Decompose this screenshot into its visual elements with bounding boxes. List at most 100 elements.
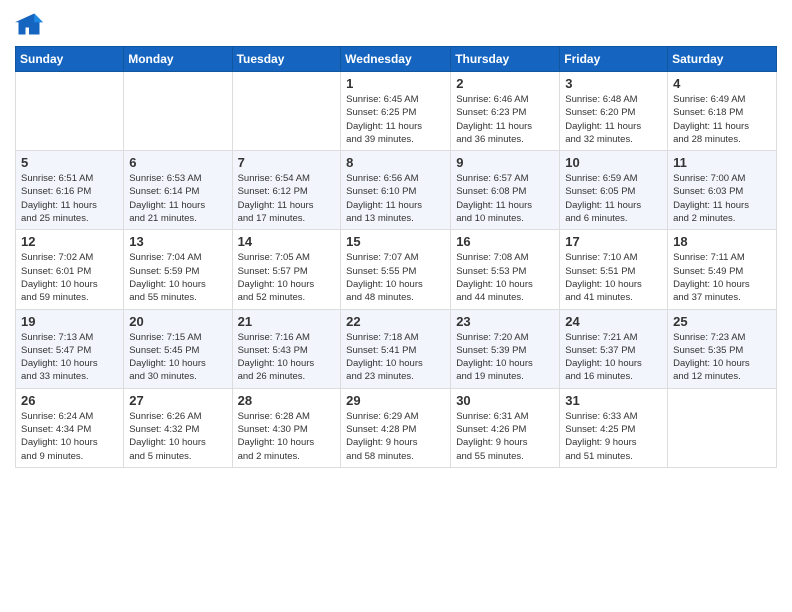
day-number: 7 [238,155,336,170]
calendar-cell: 23 Sunrise: 7:20 AM Sunset: 5:39 PM Dayli… [451,309,560,388]
day-info: Sunrise: 6:53 AM Sunset: 6:14 PM Dayligh… [129,172,226,225]
day-info: Sunrise: 7:05 AM Sunset: 5:57 PM Dayligh… [238,251,336,304]
day-info: Sunrise: 6:59 AM Sunset: 6:05 PM Dayligh… [565,172,662,225]
day-number: 8 [346,155,445,170]
day-number: 18 [673,234,771,249]
day-info: Sunrise: 7:20 AM Sunset: 5:39 PM Dayligh… [456,331,554,384]
calendar-cell: 19 Sunrise: 7:13 AM Sunset: 5:47 PM Dayli… [16,309,124,388]
calendar-week-3: 12Sunrise: 7:02 AM Sunset: 6:01 PM Dayli… [16,230,777,309]
calendar-cell: 27 Sunrise: 6:26 AM Sunset: 4:32 PM Dayli… [124,388,232,467]
calendar-cell: 6 Sunrise: 6:53 AM Sunset: 6:14 PM Daylig… [124,151,232,230]
day-info: Sunrise: 6:29 AM Sunset: 4:28 PM Dayligh… [346,410,445,463]
day-info: Sunrise: 7:21 AM Sunset: 5:37 PM Dayligh… [565,331,662,384]
calendar-cell: 3 Sunrise: 6:48 AM Sunset: 6:20 PM Daylig… [560,72,668,151]
header [15,10,777,38]
calendar-cell: 13Sunrise: 7:04 AM Sunset: 5:59 PM Dayli… [124,230,232,309]
weekday-header-saturday: Saturday [668,47,777,72]
calendar-week-5: 26 Sunrise: 6:24 AM Sunset: 4:34 PM Dayli… [16,388,777,467]
calendar-cell: 4 Sunrise: 6:49 AM Sunset: 6:18 PM Daylig… [668,72,777,151]
day-number: 1 [346,76,445,91]
day-info: Sunrise: 7:15 AM Sunset: 5:45 PM Dayligh… [129,331,226,384]
calendar-cell: 29 Sunrise: 6:29 AM Sunset: 4:28 PM Dayli… [341,388,451,467]
day-number: 6 [129,155,226,170]
day-info: Sunrise: 6:56 AM Sunset: 6:10 PM Dayligh… [346,172,445,225]
day-number: 17 [565,234,662,249]
day-info: Sunrise: 6:49 AM Sunset: 6:18 PM Dayligh… [673,93,771,146]
day-info: Sunrise: 7:00 AM Sunset: 6:03 PM Dayligh… [673,172,771,225]
day-info: Sunrise: 7:11 AM Sunset: 5:49 PM Dayligh… [673,251,771,304]
day-info: Sunrise: 7:18 AM Sunset: 5:41 PM Dayligh… [346,331,445,384]
calendar-cell: 2Sunrise: 6:46 AM Sunset: 6:23 PM Daylig… [451,72,560,151]
day-info: Sunrise: 7:10 AM Sunset: 5:51 PM Dayligh… [565,251,662,304]
calendar-cell: 5Sunrise: 6:51 AM Sunset: 6:16 PM Daylig… [16,151,124,230]
calendar-cell: 28 Sunrise: 6:28 AM Sunset: 4:30 PM Dayli… [232,388,341,467]
day-number: 5 [21,155,118,170]
day-number: 26 [21,393,118,408]
day-number: 30 [456,393,554,408]
day-info: Sunrise: 6:24 AM Sunset: 4:34 PM Dayligh… [21,410,118,463]
day-number: 21 [238,314,336,329]
calendar-body: 1Sunrise: 6:45 AM Sunset: 6:25 PM Daylig… [16,72,777,468]
day-number: 9 [456,155,554,170]
calendar-cell: 10 Sunrise: 6:59 AM Sunset: 6:05 PM Dayli… [560,151,668,230]
day-number: 20 [129,314,226,329]
day-number: 29 [346,393,445,408]
calendar-cell: 12Sunrise: 7:02 AM Sunset: 6:01 PM Dayli… [16,230,124,309]
logo-icon [15,10,43,38]
day-info: Sunrise: 6:28 AM Sunset: 4:30 PM Dayligh… [238,410,336,463]
calendar-cell [16,72,124,151]
calendar-cell: 24 Sunrise: 7:21 AM Sunset: 5:37 PM Dayli… [560,309,668,388]
day-number: 14 [238,234,336,249]
day-info: Sunrise: 7:07 AM Sunset: 5:55 PM Dayligh… [346,251,445,304]
day-number: 22 [346,314,445,329]
day-number: 27 [129,393,226,408]
day-number: 19 [21,314,118,329]
day-number: 28 [238,393,336,408]
logo [15,10,47,38]
day-info: Sunrise: 7:16 AM Sunset: 5:43 PM Dayligh… [238,331,336,384]
day-number: 15 [346,234,445,249]
weekday-header-tuesday: Tuesday [232,47,341,72]
day-info: Sunrise: 7:13 AM Sunset: 5:47 PM Dayligh… [21,331,118,384]
calendar-cell: 11 Sunrise: 7:00 AM Sunset: 6:03 PM Dayli… [668,151,777,230]
weekday-row: SundayMondayTuesdayWednesdayThursdayFrid… [16,47,777,72]
calendar-cell: 16Sunrise: 7:08 AM Sunset: 5:53 PM Dayli… [451,230,560,309]
calendar-cell: 7Sunrise: 6:54 AM Sunset: 6:12 PM Daylig… [232,151,341,230]
day-number: 25 [673,314,771,329]
calendar-cell: 14 Sunrise: 7:05 AM Sunset: 5:57 PM Dayli… [232,230,341,309]
day-info: Sunrise: 7:02 AM Sunset: 6:01 PM Dayligh… [21,251,118,304]
calendar-cell: 31 Sunrise: 6:33 AM Sunset: 4:25 PM Dayli… [560,388,668,467]
calendar-cell: 18 Sunrise: 7:11 AM Sunset: 5:49 PM Dayli… [668,230,777,309]
day-number: 31 [565,393,662,408]
day-number: 4 [673,76,771,91]
calendar-cell [124,72,232,151]
calendar-cell [232,72,341,151]
day-number: 23 [456,314,554,329]
calendar-cell [668,388,777,467]
day-info: Sunrise: 6:26 AM Sunset: 4:32 PM Dayligh… [129,410,226,463]
page: SundayMondayTuesdayWednesdayThursdayFrid… [0,0,792,483]
calendar-cell: 26 Sunrise: 6:24 AM Sunset: 4:34 PM Dayli… [16,388,124,467]
day-number: 2 [456,76,554,91]
calendar-cell: 25Sunrise: 7:23 AM Sunset: 5:35 PM Dayli… [668,309,777,388]
day-number: 3 [565,76,662,91]
calendar-cell: 1Sunrise: 6:45 AM Sunset: 6:25 PM Daylig… [341,72,451,151]
day-number: 24 [565,314,662,329]
calendar-cell: 30Sunrise: 6:31 AM Sunset: 4:26 PM Dayli… [451,388,560,467]
day-info: Sunrise: 7:08 AM Sunset: 5:53 PM Dayligh… [456,251,554,304]
calendar-week-2: 5Sunrise: 6:51 AM Sunset: 6:16 PM Daylig… [16,151,777,230]
day-number: 10 [565,155,662,170]
calendar-cell: 15 Sunrise: 7:07 AM Sunset: 5:55 PM Dayli… [341,230,451,309]
day-info: Sunrise: 6:57 AM Sunset: 6:08 PM Dayligh… [456,172,554,225]
day-info: Sunrise: 6:33 AM Sunset: 4:25 PM Dayligh… [565,410,662,463]
calendar-table: SundayMondayTuesdayWednesdayThursdayFrid… [15,46,777,468]
calendar-cell: 22 Sunrise: 7:18 AM Sunset: 5:41 PM Dayli… [341,309,451,388]
day-number: 11 [673,155,771,170]
calendar-cell: 9 Sunrise: 6:57 AM Sunset: 6:08 PM Daylig… [451,151,560,230]
day-info: Sunrise: 6:48 AM Sunset: 6:20 PM Dayligh… [565,93,662,146]
day-number: 13 [129,234,226,249]
calendar-cell: 21 Sunrise: 7:16 AM Sunset: 5:43 PM Dayli… [232,309,341,388]
weekday-header-monday: Monday [124,47,232,72]
calendar-week-4: 19 Sunrise: 7:13 AM Sunset: 5:47 PM Dayli… [16,309,777,388]
weekday-header-sunday: Sunday [16,47,124,72]
